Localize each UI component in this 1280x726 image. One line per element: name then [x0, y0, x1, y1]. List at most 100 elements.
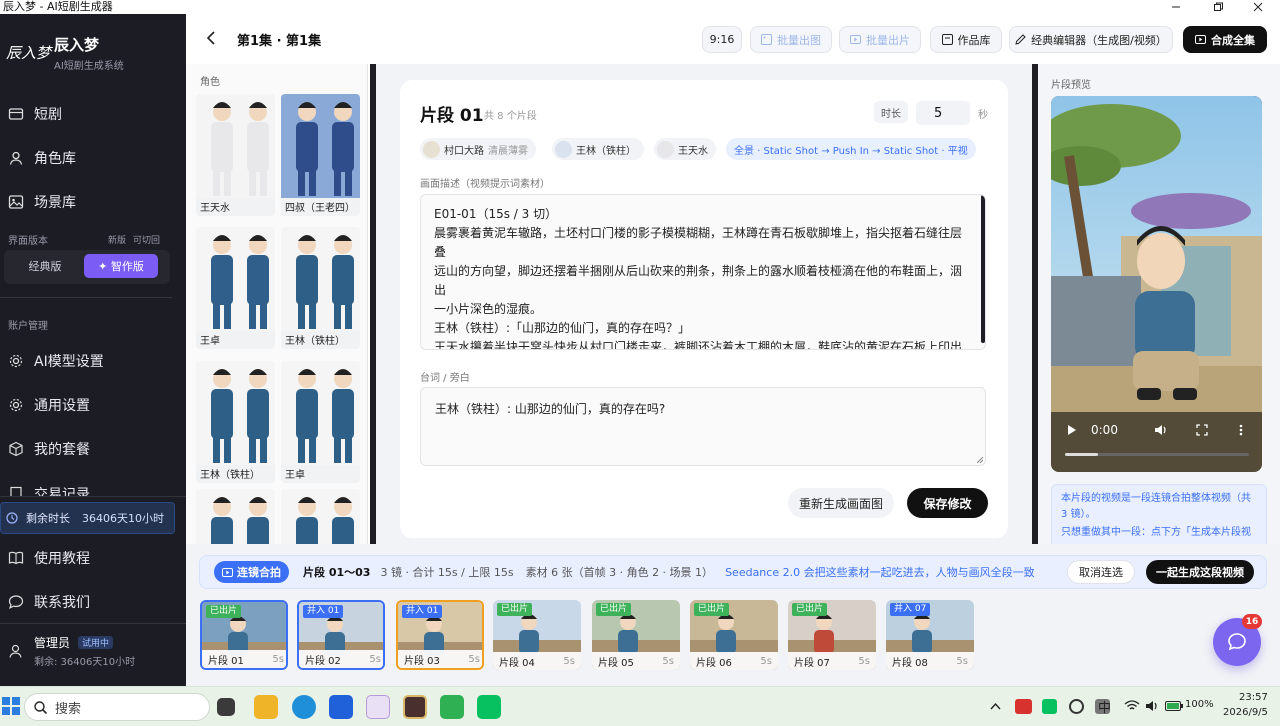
batch-image-button[interactable]: 批量出图 — [750, 26, 832, 53]
shot-text: 全景 · Static Shot → Push In → Static Shot… — [734, 145, 968, 157]
ratio-button[interactable]: 9:16 — [702, 26, 742, 53]
segment-thumbnail[interactable]: 并入 01 片段 02 5s — [297, 600, 385, 670]
tray-app-icon[interactable] — [1015, 699, 1032, 714]
character-chip[interactable]: 王林（铁柱） — [552, 138, 644, 160]
nav-item-ai-models[interactable]: AI模型设置 — [0, 341, 186, 381]
character-image — [196, 94, 275, 198]
sidebar-divider — [0, 623, 186, 624]
description-textarea[interactable]: E01-01（15s / 3 切） 晨雾裹着黄泥车辙路，土坯村口门楼的影子模模糊糊… — [420, 194, 986, 350]
thumbnail-label: 片段 01 — [208, 655, 244, 667]
gear-icon — [9, 354, 23, 368]
snipping-tool-icon[interactable] — [366, 695, 390, 719]
remaining-label: 剩余时长 — [26, 512, 70, 525]
segment-count: 共 8 个片段 — [484, 111, 537, 122]
app-green-icon[interactable] — [440, 695, 464, 719]
clock-time[interactable]: 23:57 — [1239, 692, 1268, 703]
desc-label: 画面描述（视频提示词素材） — [420, 179, 550, 190]
compose-all-button[interactable]: 合成全集 — [1183, 26, 1267, 53]
character-card[interactable]: 王林（铁柱） — [281, 227, 360, 349]
segment-thumbnail[interactable]: 并入 01 片段 03 5s — [396, 600, 484, 670]
nav-label: 短剧 — [34, 107, 62, 123]
tray-wechat-icon[interactable] — [1042, 699, 1057, 714]
nav-item-general-settings[interactable]: 通用设置 — [0, 385, 186, 425]
character-card[interactable]: 四叔（王老四） — [281, 94, 360, 216]
start-button[interactable] — [2, 697, 20, 715]
shot-chip[interactable]: 全景 · Static Shot → Push In → Static Shot… — [726, 138, 976, 160]
thumbnail-status-badge: 已出片 — [497, 603, 533, 616]
dialog-textarea[interactable]: 王林（铁柱）: 山那边的仙门，真的存在吗? — [420, 387, 986, 466]
segment-thumbnail[interactable]: 已出片 片段 07 5s — [788, 600, 876, 670]
windows-icon — [2, 697, 20, 715]
thumbnail-label: 片段 08 — [892, 657, 928, 669]
segment-card: 片段 01 共 8 个片段 时长 5 秒 村口大路 清晨薄雾 王林（铁柱） 王天… — [400, 80, 1008, 538]
nav-label: 角色库 — [34, 151, 76, 167]
generate-combo-button[interactable]: 一起生成这段视频 — [1146, 560, 1254, 584]
nav-item-transactions-clipped[interactable]: 交易记录 — [0, 476, 186, 496]
smart-version-button[interactable]: ✦ 智作版 — [84, 254, 158, 278]
maximize-button[interactable] — [1198, 0, 1238, 14]
close-button[interactable] — [1238, 0, 1278, 14]
character-card[interactable]: 王卓 — [196, 227, 275, 349]
thumbnail-duration: 5s — [468, 653, 480, 665]
nav-item-my-plan[interactable]: 我的套餐 — [0, 429, 186, 469]
volume-icon[interactable] — [1145, 700, 1159, 712]
duration-input[interactable]: 5 — [916, 101, 970, 125]
segment-thumbnail[interactable]: 已出片 片段 04 5s — [493, 600, 581, 670]
clock-icon — [6, 512, 18, 524]
user-profile[interactable]: 管理员 试用中 剩余: 36406天10小时 — [0, 632, 186, 672]
chevron-up-icon[interactable] — [990, 702, 1001, 710]
nav-item-tutorial[interactable]: 使用教程 — [0, 538, 186, 578]
character-card[interactable]: 王卓 — [281, 361, 360, 483]
classic-editor-button[interactable]: 经典编辑器（生成图/视频） — [1009, 26, 1173, 53]
character-card[interactable] — [281, 489, 360, 544]
character-panel: 角色 王天水 四叔（王老四） 王卓 王林（铁柱） 王林（铁柱） 王卓 — [186, 64, 368, 544]
library-button[interactable]: 作品库 — [930, 26, 1002, 53]
scrollbar[interactable] — [981, 195, 985, 343]
scene-chip[interactable]: 村口大路 清晨薄雾 — [420, 138, 536, 160]
more-icon[interactable] — [1239, 424, 1243, 436]
batch-image-label: 批量出图 — [777, 33, 821, 47]
wifi-icon[interactable] — [1124, 700, 1140, 712]
nav-item-contact[interactable]: 联系我们 — [0, 582, 186, 622]
edge-browser-icon[interactable] — [292, 695, 316, 719]
character-card[interactable] — [196, 489, 275, 544]
pencil-icon — [1015, 34, 1026, 45]
taskbar-search[interactable]: 搜索 — [24, 693, 210, 721]
back-button[interactable] — [206, 31, 216, 45]
battery-icon[interactable] — [1165, 701, 1183, 711]
app-drama-icon[interactable] — [403, 695, 427, 719]
segment-thumbnail[interactable]: 并入 07 片段 08 5s — [886, 600, 974, 670]
minimize-button[interactable] — [1156, 0, 1196, 14]
nav-item-drama[interactable]: 短剧 — [0, 94, 186, 134]
segment-thumbnail[interactable]: 已出片 片段 06 5s — [690, 600, 778, 670]
chevron-left-icon — [206, 31, 215, 45]
nav-item-characters[interactable]: 角色库 — [0, 138, 186, 178]
classic-version-button[interactable]: 经典版 — [8, 254, 82, 278]
nav-label: 联系我们 — [34, 595, 90, 611]
segment-thumbnail[interactable]: 已出片 片段 01 5s — [200, 600, 288, 670]
tray-network-app-icon[interactable] — [1069, 699, 1084, 714]
clock-date[interactable]: 2026/9/5 — [1223, 707, 1268, 718]
task-view-icon[interactable] — [217, 698, 235, 716]
sidebar-divider — [0, 496, 186, 497]
character-card[interactable]: 王林（铁柱） — [196, 361, 275, 483]
cancel-selection-button[interactable]: 取消连选 — [1067, 560, 1135, 584]
character-chip[interactable]: 王天水 — [654, 138, 716, 160]
regenerate-image-button[interactable]: 重新生成画面图 — [788, 488, 894, 518]
fullscreen-icon[interactable] — [1196, 424, 1208, 436]
video-player[interactable]: 0:00 — [1051, 96, 1262, 472]
video-progress-bar[interactable] — [1065, 453, 1249, 456]
segment-thumbnail[interactable]: 已出片 片段 05 5s — [592, 600, 680, 670]
character-card[interactable]: 王天水 — [196, 94, 275, 216]
save-button[interactable]: 保存修改 — [907, 488, 988, 518]
nav-item-scenes[interactable]: 场景库 — [0, 182, 186, 222]
ime-indicator[interactable]: 中 — [1098, 697, 1111, 716]
file-explorer-icon[interactable] — [254, 695, 278, 719]
preview-note-line: 本片段的视频是一段连镜合拍整体视频（共 3 镜）。 — [1061, 493, 1251, 520]
volume-icon[interactable] — [1154, 424, 1167, 436]
app-icon[interactable] — [329, 695, 353, 719]
wechat-icon[interactable] — [477, 695, 501, 719]
play-icon[interactable] — [1067, 424, 1077, 436]
chat-fab-button[interactable]: 16 — [1213, 614, 1262, 666]
batch-video-button[interactable]: 批量出片 — [839, 26, 921, 53]
